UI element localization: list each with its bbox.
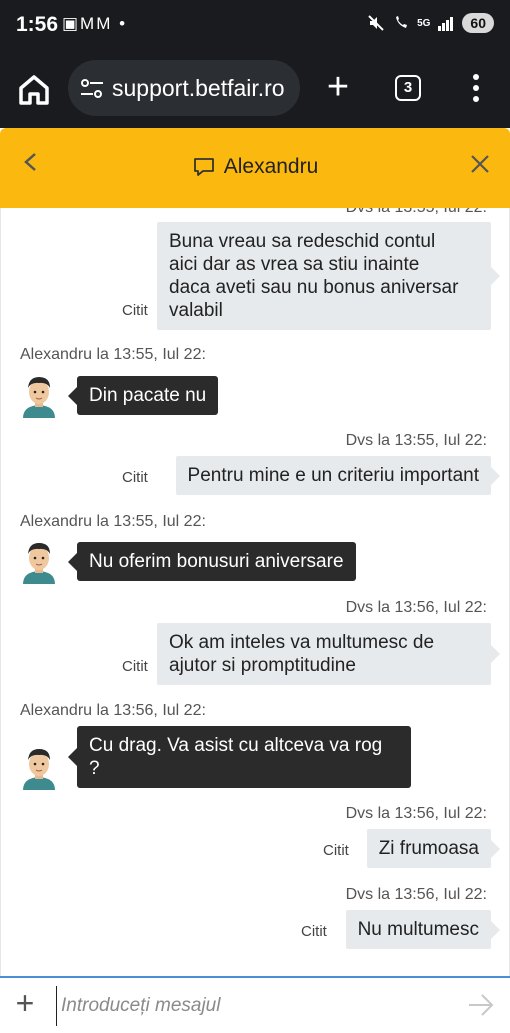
- read-receipt: Citit: [323, 842, 349, 859]
- status-bar: 1:56 ▣MM • 5G 60: [0, 0, 510, 52]
- message-meta: Dvs la 13:56, Iul 22:: [345, 805, 487, 822]
- outgoing-message: Ok am inteles va multumesc de ajutor si …: [157, 623, 500, 685]
- signal-icon: [438, 17, 454, 31]
- mute-icon: [368, 15, 384, 31]
- read-receipt: Citit: [122, 469, 148, 486]
- agent-name: Alexandru: [223, 155, 319, 178]
- incoming-message: Din pacate nu: [67, 376, 219, 415]
- message-meta: Dvs la 13:56, Iul 22:: [345, 886, 487, 903]
- send-arrow-icon[interactable]: [466, 990, 496, 1020]
- agent-avatar: [23, 749, 55, 790]
- chat-header: Alexandru: [0, 128, 510, 208]
- agent-avatar: [23, 543, 55, 584]
- message-meta: Dvs la 13:55, Iul 22:: [346, 208, 487, 217]
- read-receipt: Citit: [122, 658, 148, 675]
- notification-icons: ▣MM •: [62, 14, 128, 33]
- message-line: aici dar as vrea sa stiu inainte: [169, 254, 420, 275]
- message-line: Ok am inteles va multumesc de: [169, 632, 435, 653]
- message-meta: Alexandru la 13:55, Iul 22:: [20, 346, 206, 363]
- message-meta: Alexandru la 13:56, Iul 22:: [20, 702, 206, 719]
- agent-avatar: [23, 377, 55, 418]
- message-meta: Alexandru la 13:55, Iul 22:: [20, 513, 206, 530]
- address-bar[interactable]: support.betfair.ro: [68, 60, 300, 116]
- chat-title: Alexandru: [0, 155, 510, 179]
- wifi-call-icon: [396, 16, 408, 28]
- incoming-message: Cu drag. Va asist cu altceva va rog ?: [68, 726, 411, 788]
- tune-icon[interactable]: [80, 78, 104, 100]
- message-line: Buna vreau sa redeschid contul: [169, 231, 436, 252]
- outgoing-message: Nu multumesc: [345, 910, 501, 949]
- message-input[interactable]: [56, 986, 446, 1026]
- message-meta: Dvs la 13:56, Iul 22:: [345, 599, 487, 616]
- read-receipt: Citit: [301, 923, 327, 940]
- message-list[interactable]: Dvs la 13:55, Iul 22: Buna vreau sa rede…: [0, 208, 510, 976]
- attach-plus-icon[interactable]: +: [12, 987, 38, 1019]
- status-time: 1:56: [16, 13, 59, 36]
- outgoing-message: Buna vreau sa redeschid contul aici dar …: [157, 222, 500, 330]
- outgoing-message: Pentru mine e un criteriu important: [175, 456, 501, 495]
- message-line: ajutor si promptitudine: [169, 655, 356, 676]
- new-tab-button[interactable]: +: [322, 68, 354, 106]
- home-icon[interactable]: [16, 72, 52, 108]
- composer: +: [0, 976, 510, 1033]
- network-type: 5G: [417, 17, 431, 29]
- outgoing-message: Zi frumoasa: [366, 829, 501, 868]
- url-text[interactable]: support.betfair.ro: [112, 75, 285, 102]
- browser-toolbar: support.betfair.ro + 3: [0, 52, 510, 128]
- incoming-message: Nu oferim bonusuri aniversare: [68, 542, 356, 581]
- chat-bubble-icon: [193, 158, 214, 176]
- message-line: daca aveti sau nu bonus aniversar: [169, 277, 459, 298]
- read-receipt: Citit: [122, 302, 148, 319]
- message-line: ?: [89, 758, 100, 779]
- close-icon[interactable]: [468, 152, 492, 176]
- more-vert-icon[interactable]: [466, 74, 486, 106]
- battery-indicator: 60: [462, 13, 494, 33]
- message-line: Cu drag. Va asist cu altceva va rog: [89, 735, 383, 756]
- message-meta: Dvs la 13:55, Iul 22:: [345, 432, 487, 449]
- message-line: valabil: [169, 300, 223, 321]
- status-right: 5G 60: [367, 13, 494, 33]
- tabs-counter-button[interactable]: 3: [395, 75, 421, 101]
